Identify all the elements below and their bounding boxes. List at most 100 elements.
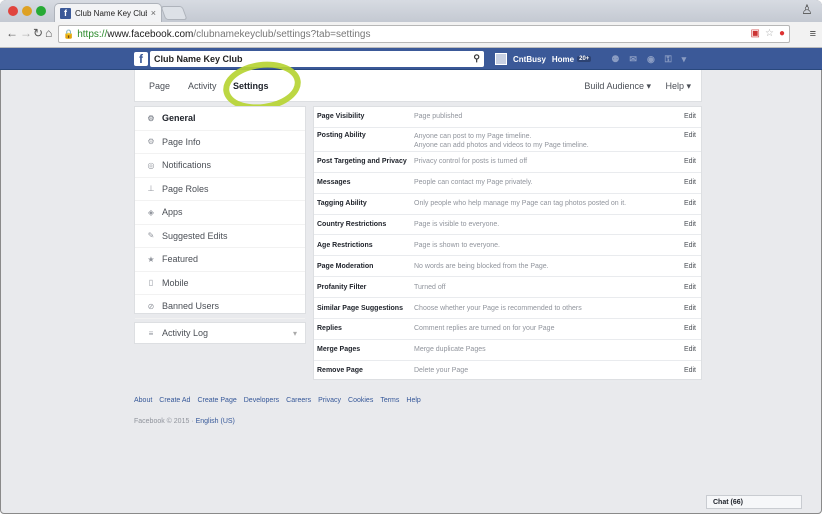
tab-activity[interactable]: Activity: [188, 81, 217, 91]
setting-value-line: Delete your Page: [414, 367, 469, 375]
setting-value-line: Privacy control for posts is turned off: [414, 158, 528, 166]
footer-link-privacy[interactable]: Privacy: [318, 397, 341, 404]
sidebar-item-general[interactable]: ⚙ General: [135, 107, 305, 131]
sidebar-item-suggested-edits[interactable]: ✎ Suggested Edits: [135, 225, 305, 248]
sidebar-item-banned-users[interactable]: ⊘ Banned Users: [135, 295, 305, 319]
sidebar-item-page-info[interactable]: ⚙ Page Info: [135, 131, 305, 154]
edit-link[interactable]: Edit: [684, 263, 696, 270]
sidebar-item-mobile[interactable]: ▯ Mobile: [135, 272, 305, 295]
setting-label: Age Restrictions: [317, 241, 373, 249]
setting-value: Choose whether your Page is recommended …: [414, 304, 582, 313]
browser-tab[interactable]: f Club Name Key Club ×: [54, 3, 162, 22]
opera-icon[interactable]: ●: [779, 28, 785, 39]
edit-link[interactable]: Edit: [684, 367, 696, 374]
edit-link[interactable]: Edit: [684, 200, 696, 207]
zoom-window-button[interactable]: [36, 6, 46, 16]
apps-icon: ◈: [147, 207, 155, 217]
edit-link[interactable]: Edit: [684, 132, 696, 139]
footer-link-about[interactable]: About: [134, 397, 152, 404]
edit-link[interactable]: Edit: [684, 221, 696, 228]
chevron-down-icon[interactable]: ▾: [293, 329, 297, 338]
setting-value: Page is shown to everyone.: [414, 241, 500, 250]
search-icon[interactable]: ⚲: [473, 53, 480, 64]
profile-icon[interactable]: ♙: [798, 2, 816, 20]
setting-value-line: Page published: [414, 113, 463, 121]
footer-link-create-page[interactable]: Create Page: [197, 397, 236, 404]
sidebar-item-notifications[interactable]: ◎ Notifications: [135, 154, 305, 178]
sidebar-item-page-roles[interactable]: ⊥ Page Roles: [135, 178, 305, 201]
sidebar-item-label: Page Info: [162, 136, 201, 147]
chat-label: Chat (66): [713, 498, 743, 506]
edit-link[interactable]: Edit: [684, 113, 696, 120]
edit-icon: ✎: [147, 231, 155, 241]
back-icon[interactable]: ←: [6, 26, 18, 40]
setting-value: Page is visible to everyone.: [414, 220, 499, 229]
close-window-button[interactable]: [8, 6, 18, 16]
sidebar-item-label: Apps: [162, 207, 183, 218]
new-tab-button[interactable]: [160, 6, 188, 20]
gear-small-icon: ⚙: [147, 137, 155, 147]
sidebar-item-label: Notifications: [162, 160, 212, 171]
setting-value-line: Page is visible to everyone.: [414, 221, 500, 228]
facebook-search-input[interactable]: Club Name Key Club ⚲: [150, 51, 484, 67]
setting-value: Anyone can post to my Page timeline. Anyo…: [414, 132, 589, 150]
edit-link[interactable]: Edit: [684, 346, 696, 353]
chrome-menu-icon[interactable]: ≡: [810, 28, 816, 40]
sidebar-item-label: Mobile: [162, 277, 189, 288]
setting-value: Turned off: [414, 283, 446, 292]
account-menu-icon[interactable]: ▾: [682, 54, 687, 65]
sidebar-item-label: Banned Users: [162, 301, 220, 312]
help-menu[interactable]: Help ▾: [665, 81, 691, 92]
setting-value-line: Anyone can add photos and videos to my P…: [414, 141, 589, 149]
privacy-shortcuts-icon[interactable]: ⚿: [665, 54, 672, 65]
facebook-logo-icon[interactable]: f: [134, 52, 148, 66]
globe-icon: ◎: [147, 160, 155, 170]
sidebar-item-label: General: [162, 113, 196, 124]
avatar[interactable]: [495, 53, 507, 65]
language-link[interactable]: English (US): [196, 418, 235, 425]
star-icon: ★: [147, 254, 155, 264]
notifications-icon[interactable]: ◉: [647, 54, 655, 65]
footer-link-careers[interactable]: Careers: [286, 397, 311, 404]
sidebar-item-featured[interactable]: ★ Featured: [135, 248, 305, 272]
footer-link-help[interactable]: Help: [406, 397, 420, 404]
settings-row: Similar Page Suggestions Choose whether y…: [314, 298, 701, 320]
edit-link[interactable]: Edit: [684, 325, 696, 332]
address-bar[interactable]: 🔒 https:// www.facebook.com /clubnamekey…: [58, 25, 790, 43]
footer-link-create-ad[interactable]: Create Ad: [159, 397, 190, 404]
setting-label: Posting Ability: [317, 131, 366, 139]
tab-title: Club Name Key Club: [75, 8, 147, 18]
profile-name[interactable]: CntBusy: [513, 55, 546, 64]
build-audience-menu[interactable]: Build Audience ▾: [584, 81, 651, 92]
chat-bar[interactable]: Chat (66): [706, 495, 802, 509]
edit-link[interactable]: Edit: [684, 305, 696, 312]
setting-value: People can contact my Page privately.: [414, 178, 533, 187]
activity-log-link[interactable]: ≡ Activity Log ▾: [134, 322, 306, 344]
friend-requests-icon[interactable]: ⚉: [611, 54, 619, 65]
home-link[interactable]: Home 20+: [551, 54, 592, 64]
home-label: Home: [551, 54, 575, 64]
footer-link-developers[interactable]: Developers: [244, 397, 279, 404]
settings-row: Post Targeting and Privacy Privacy contro…: [314, 152, 701, 173]
edit-link[interactable]: Edit: [684, 158, 696, 165]
reload-icon[interactable]: ↻: [33, 26, 43, 40]
forward-icon[interactable]: →: [20, 26, 32, 40]
setting-label: Profanity Filter: [317, 283, 367, 291]
sidebar-item-label: Suggested Edits: [162, 230, 228, 241]
footer-link-cookies[interactable]: Cookies: [348, 397, 373, 404]
minimize-window-button[interactable]: [22, 6, 32, 16]
setting-label: Page Visibility: [317, 113, 365, 121]
bookmark-star-icon[interactable]: ☆: [765, 28, 774, 39]
facebook-favicon-icon: f: [60, 7, 71, 19]
extension-icon[interactable]: ▣: [751, 28, 760, 39]
settings-row: Page Visibility Page published Edit: [314, 107, 701, 128]
tab-page[interactable]: Page: [149, 81, 170, 91]
sidebar-item-apps[interactable]: ◈ Apps: [135, 201, 305, 225]
home-icon[interactable]: ⌂: [45, 26, 52, 40]
edit-link[interactable]: Edit: [684, 179, 696, 186]
footer-link-terms[interactable]: Terms: [380, 397, 399, 404]
edit-link[interactable]: Edit: [684, 284, 696, 291]
edit-link[interactable]: Edit: [684, 242, 696, 249]
tab-close-icon[interactable]: ×: [151, 8, 156, 18]
messages-icon[interactable]: ✉: [629, 54, 637, 65]
